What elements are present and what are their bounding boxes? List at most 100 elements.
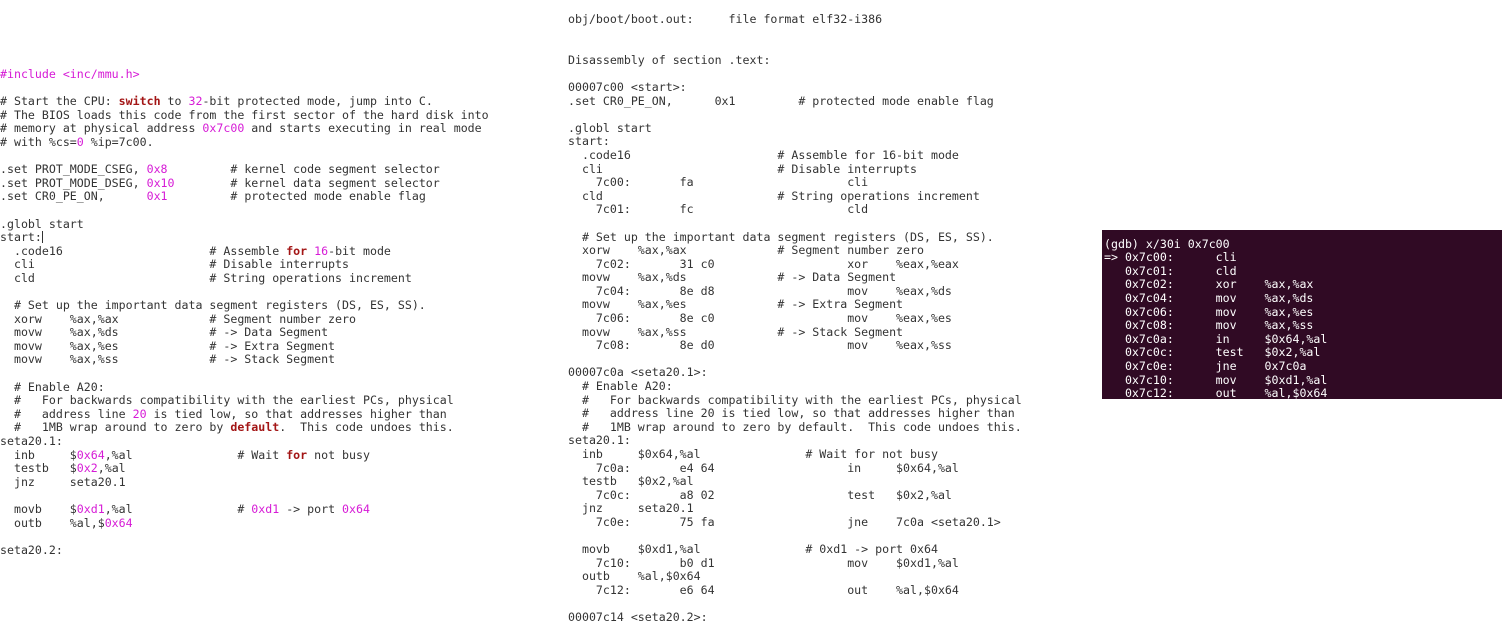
source-token: outb %al,$	[0, 515, 105, 530]
objdump-line: 00007c14 <seta20.2>:	[568, 610, 708, 625]
gdb-line: 0x7c04: mov %ax,%ds	[1104, 290, 1314, 305]
objdump-line: movw %ax,%ss # -> Stack Segment	[568, 324, 904, 339]
source-line: .code16 # Assemble for 16-bit mode	[0, 243, 560, 259]
objdump-line: # Enable A20:	[568, 379, 673, 394]
source-line: # 1MB wrap around to zero by default. Th…	[0, 421, 560, 435]
source-line: # For backwards compatibility with the e…	[0, 393, 560, 408]
source-line	[0, 286, 560, 300]
objdump-line: jnz seta20.1	[568, 501, 694, 516]
source-token: 0x8	[146, 162, 168, 177]
source-token: cli # Disable interrupts	[0, 257, 350, 272]
objdump-line	[568, 27, 1088, 41]
source-token: .globl start	[0, 216, 84, 231]
source-token: movw %ax,%es # -> Extra Segment	[0, 338, 336, 353]
source-line: inb $0x64,%al # Wait for not busy	[0, 447, 560, 463]
gdb-line: 0x7c0e: jne 0x7c0a	[1104, 358, 1307, 373]
source-token: 0x1	[146, 189, 168, 204]
objdump-line: # 1MB wrap around to zero by default. Th…	[568, 419, 1022, 434]
source-token: -> port	[279, 502, 343, 516]
source-line: .set CR0_PE_ON, 0x1 # protected mode ena…	[0, 190, 560, 204]
objdump-line: cld # String operations increment	[568, 188, 980, 203]
source-token: ,%al	[97, 461, 126, 476]
source-line: .set PROT_MODE_DSEG, 0x10 # kernel data …	[0, 175, 560, 191]
objdump-line	[568, 40, 1088, 54]
objdump-line: testb $0x2,%al	[568, 474, 694, 489]
source-line: .set PROT_MODE_CSEG, 0x8 # kernel code s…	[0, 162, 560, 177]
source-token: jnz seta20.1	[0, 474, 126, 489]
source-token: 0x64	[342, 502, 370, 516]
source-token: seta20.2:	[0, 542, 63, 557]
source-token: .set CR0_PE_ON,	[0, 189, 147, 204]
source-line: # with %cs=0 %ip=7c00.	[0, 134, 560, 150]
source-line: outb %al,$0x64	[0, 515, 560, 531]
gdb-line: 0x7c01: cld	[1104, 263, 1237, 278]
source-line: movb $0xd1,%al # 0xd1 -> port 0x64	[0, 502, 560, 517]
source-line	[0, 367, 560, 381]
source-token: # Set up the important data segment regi…	[0, 298, 426, 313]
objdump-line: seta20.1:	[568, 433, 631, 448]
source-token: movw %ax,%ss # -> Stack Segment	[0, 352, 336, 367]
source-line: seta20.2:	[0, 542, 560, 558]
source-line: # Start the CPU: switch to 32-bit protec…	[0, 94, 560, 109]
source-line: #include <inc/mmu.h>	[0, 68, 560, 82]
source-token: 0xd1	[251, 502, 280, 516]
source-token: 0x64	[104, 515, 133, 530]
source-line	[0, 204, 560, 218]
source-token: testb $	[0, 461, 77, 476]
source-token: # kernel code segment selector	[167, 162, 440, 177]
source-token: 0	[76, 134, 84, 149]
objdump-line: 7c12: e6 64 out %al,$0x64	[568, 582, 959, 597]
source-line: # memory at physical address 0x7c00 and …	[0, 122, 560, 136]
source-token: seta20.1:	[0, 434, 63, 449]
gdb-line: 0x7c10: mov $0xd1,%al	[1104, 372, 1328, 387]
source-token: for	[286, 447, 308, 462]
source-token: 0x10	[146, 175, 175, 190]
source-token: ,%al # Wait	[104, 447, 287, 462]
objdump-line: 7c0c: a8 02 test $0x2,%al	[568, 487, 952, 502]
source-token: # Enable A20:	[0, 379, 105, 394]
objdump-line: .set CR0_PE_ON, 0x1 # protected mode ena…	[568, 93, 994, 108]
gdb-line: (gdb) x/30i 0x7c00	[1104, 236, 1230, 251]
objdump-line: # address line 20 is tied low, so that a…	[568, 406, 1015, 421]
source-token: to	[160, 94, 189, 109]
objdump-line: movw %ax,%ds # -> Data Segment	[568, 270, 897, 285]
objdump-line: 7c0a: e4 64 in $0x64,%al	[568, 460, 959, 475]
source-token: xorw %ax,%ax # Segment number zero	[0, 311, 356, 326]
objdump-line: 7c04: 8e d8 mov %eax,%ds	[568, 283, 952, 298]
source-token: %ip=7c00.	[83, 134, 154, 149]
objdump-line: .globl start	[568, 120, 652, 135]
objdump-line: inb $0x64,%al # Wait for not busy	[568, 447, 938, 461]
objdump-listing: obj/boot/boot.out: file format elf32-i38…	[568, 13, 1088, 629]
objdump-line	[568, 353, 1088, 367]
objdump-line: 00007c00 <start>:	[568, 79, 687, 94]
objdump-line: 7c06: 8e c0 mov %eax,%es	[568, 311, 952, 326]
objdump-line: xorw %ax,%ax # Segment number zero	[568, 243, 924, 258]
source-line: testb $0x2,%al	[0, 461, 560, 476]
source-token: for	[286, 243, 308, 258]
source-token: start:	[0, 230, 42, 245]
source-line: seta20.1:	[0, 434, 560, 449]
objdump-line: Disassembly of section .text:	[568, 52, 771, 67]
source-token: #include <inc/mmu.h>	[0, 68, 140, 81]
source-token: 0xd1	[76, 502, 105, 516]
boot-source-editor[interactable]: #include <inc/mmu.h> # Start the CPU: sw…	[0, 68, 560, 563]
objdump-line	[568, 67, 1088, 81]
objdump-line: # For backwards compatibility with the e…	[568, 392, 1022, 407]
objdump-line: .code16 # Assemble for 16-bit mode	[568, 147, 959, 162]
source-token: # Start the CPU:	[0, 94, 119, 109]
source-token: movw %ax,%ds # -> Data Segment	[0, 325, 329, 340]
source-line: movw %ax,%ss # -> Stack Segment	[0, 353, 560, 367]
source-token: . This code undoes this.	[279, 420, 454, 435]
source-token: # with %cs=	[0, 134, 77, 149]
objdump-line	[568, 530, 1088, 544]
source-token: not busy	[307, 447, 370, 462]
objdump-line: obj/boot/boot.out: file format elf32-i38…	[568, 13, 883, 26]
gdb-line: 0x7c0a: in $0x64,%al	[1104, 331, 1328, 346]
objdump-line: # Set up the important data segment regi…	[568, 229, 994, 244]
source-token: # 1MB wrap around to zero by	[0, 420, 231, 435]
objdump-line	[568, 108, 1088, 122]
objdump-line: 7c00: fa cli	[568, 175, 869, 190]
source-token: # The BIOS loads this code from the firs…	[0, 107, 489, 122]
gdb-terminal[interactable]: (gdb) x/30i 0x7c00 => 0x7c00: cli 0x7c01:…	[1102, 230, 1502, 399]
source-line: movw %ax,%es # -> Extra Segment	[0, 338, 560, 354]
